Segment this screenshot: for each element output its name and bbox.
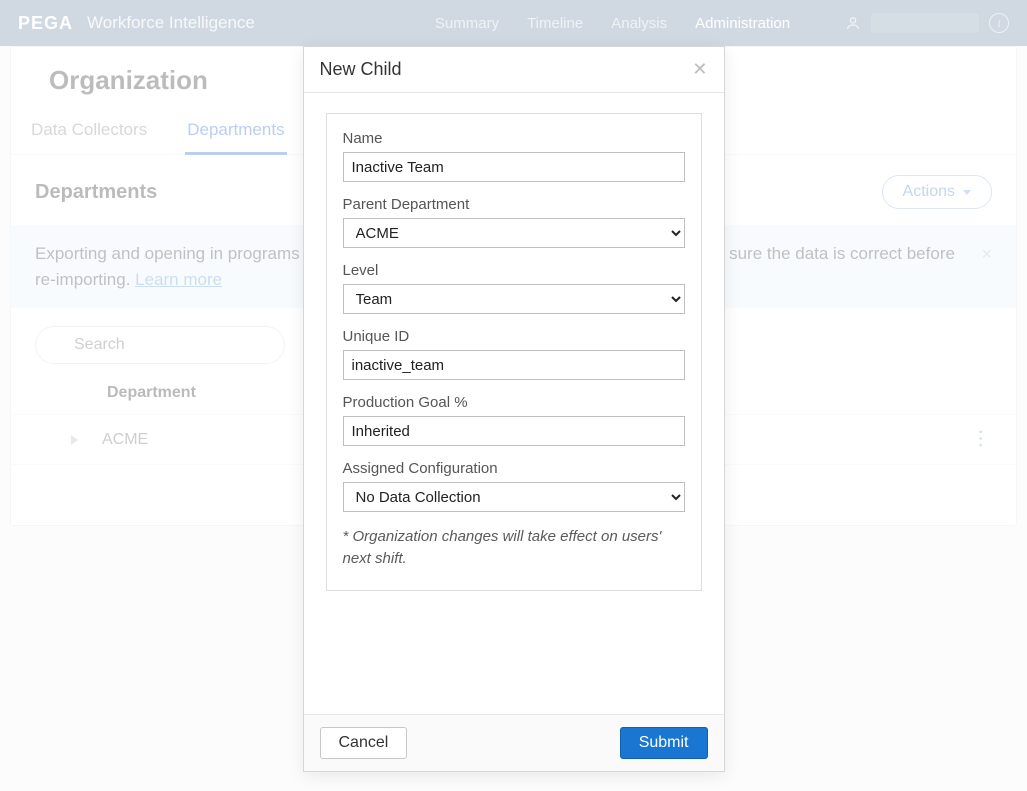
- input-goal[interactable]: [343, 416, 685, 446]
- select-config[interactable]: No Data Collection: [343, 482, 685, 512]
- select-level[interactable]: Team: [343, 284, 685, 314]
- modal-footer: Cancel Submit: [304, 714, 724, 771]
- close-icon[interactable]: ✕: [692, 59, 707, 80]
- select-parent[interactable]: ACME: [343, 218, 685, 248]
- input-unique-id[interactable]: [343, 350, 685, 380]
- submit-button[interactable]: Submit: [620, 727, 708, 759]
- input-name[interactable]: [343, 152, 685, 182]
- field-level: Level Team: [343, 262, 685, 314]
- field-parent: Parent Department ACME: [343, 196, 685, 248]
- label-unique-id: Unique ID: [343, 328, 685, 345]
- modal-title: New Child: [320, 59, 402, 80]
- label-name: Name: [343, 130, 685, 147]
- label-level: Level: [343, 262, 685, 279]
- field-name: Name: [343, 130, 685, 182]
- cancel-button[interactable]: Cancel: [320, 727, 408, 759]
- form-box: Name Parent Department ACME Level Team: [326, 113, 702, 591]
- field-unique-id: Unique ID: [343, 328, 685, 380]
- field-goal: Production Goal %: [343, 394, 685, 446]
- label-config: Assigned Configuration: [343, 460, 685, 477]
- field-config: Assigned Configuration No Data Collectio…: [343, 460, 685, 512]
- label-parent: Parent Department: [343, 196, 685, 213]
- label-goal: Production Goal %: [343, 394, 685, 411]
- modal-header: New Child ✕: [304, 47, 724, 93]
- modal-overlay: New Child ✕ Name Parent Department ACME …: [0, 0, 1027, 791]
- modal-body: Name Parent Department ACME Level Team: [304, 93, 724, 714]
- form-footnote: * Organization changes will take effect …: [343, 526, 685, 570]
- modal: New Child ✕ Name Parent Department ACME …: [303, 46, 725, 772]
